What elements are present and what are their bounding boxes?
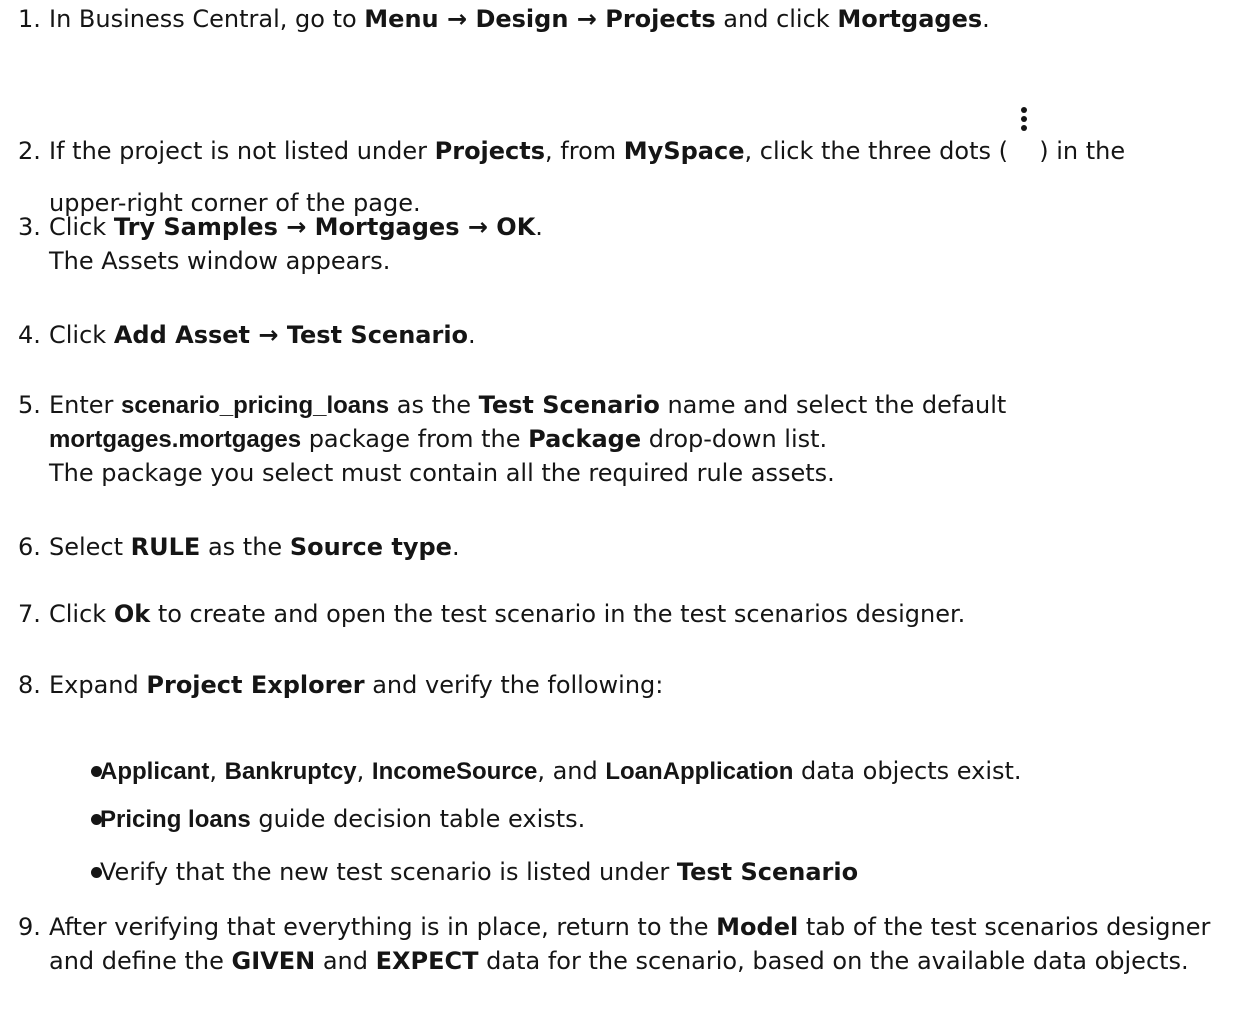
step-text-line: After verifying that everything is in pl… (49, 911, 1210, 943)
bullet-text-line: Pricing loans guide decision table exist… (100, 803, 585, 836)
emphasis-text: GIVEN (231, 947, 316, 975)
emphasis-text: Add Asset → Test Scenario (113, 321, 469, 349)
text-run: and (315, 947, 376, 975)
text-run: tab of the test scenarios designer (798, 913, 1211, 941)
emphasis-text: Mortgages (837, 5, 983, 33)
emphasis-text: Bankruptcy (224, 758, 357, 785)
emphasis-text: Menu → Design → Projects (364, 5, 716, 33)
emphasis-text: MySpace (623, 137, 745, 165)
text-run: Click (49, 213, 114, 241)
text-run: Verify that the new test scenario is lis… (100, 858, 677, 886)
emphasis-text: Test Scenario (478, 391, 660, 419)
text-run: , from (545, 137, 624, 165)
step-number: 1. (18, 5, 41, 33)
emphasis-text: Project Explorer (146, 671, 365, 699)
emphasis-text: Test Scenario (676, 858, 859, 886)
emphasis-text: RULE (130, 533, 201, 561)
text-run: , (209, 757, 225, 785)
emphasis-text: Package (528, 425, 642, 453)
text-run: Click (49, 600, 114, 628)
text-run: Click (49, 321, 114, 349)
step-number: 5. (18, 391, 41, 419)
emphasis-text: Try Samples → Mortgages → OK (113, 213, 536, 241)
step-text-line: In Business Central, go to Menu → Design… (49, 3, 990, 35)
text-run: data objects exist. (793, 757, 1022, 785)
step-text-line: Click Ok to create and open the test sce… (49, 598, 965, 630)
text-run: After verifying that everything is in pl… (49, 913, 717, 941)
step-number: 8. (18, 671, 41, 699)
text-run: and click (715, 5, 838, 33)
step-text-line: mortgages.mortgages package from the Pac… (49, 423, 827, 456)
emphasis-text: Model (716, 913, 799, 941)
text-run: The package you select must contain all … (49, 459, 835, 487)
text-run: ) in the (1031, 137, 1126, 165)
emphasis-text: Projects (434, 137, 546, 165)
text-run: . (451, 533, 460, 561)
step-text-line: Expand Project Explorer and verify the f… (49, 669, 663, 701)
step-number: 7. (18, 600, 41, 628)
text-run: In Business Central, go to (49, 5, 365, 33)
step-number: 4. (18, 321, 41, 349)
emphasis-text: EXPECT (375, 947, 479, 975)
text-run: package from the (301, 425, 529, 453)
text-run: . (535, 213, 543, 241)
text-run: , (356, 757, 372, 785)
text-run: data for the scenario, based on the avai… (478, 947, 1189, 975)
emphasis-text: Pricing loans (100, 806, 251, 833)
text-run: drop-down list. (641, 425, 828, 453)
text-run: name and select the default (659, 391, 1007, 419)
step-text-line: Click Add Asset → Test Scenario. (49, 319, 476, 351)
text-run: and verify the following: (364, 671, 664, 699)
emphasis-text: mortgages.mortgages (49, 426, 302, 453)
text-run: guide decision table exists. (250, 805, 586, 833)
text-run: Select (49, 533, 131, 561)
step-text-line: Select RULE as the Source type. (49, 531, 460, 563)
text-run: and define the (49, 947, 232, 975)
text-run: as the (200, 533, 290, 561)
step-number: 6. (18, 533, 41, 561)
emphasis-text: Source type (289, 533, 452, 561)
step-text-line: and define the GIVEN and EXPECT data for… (49, 945, 1189, 977)
emphasis-text: Applicant (100, 758, 210, 785)
text-run: If the project is not listed under (49, 137, 435, 165)
emphasis-text: LoanApplication (605, 758, 794, 785)
bullet-text-line: Applicant, Bankruptcy, IncomeSource, and… (100, 755, 1022, 788)
text-run: The Assets window appears. (49, 247, 391, 275)
step-number: 3. (18, 213, 41, 241)
text-run: . (468, 321, 476, 349)
step-number: 9. (18, 913, 41, 941)
emphasis-text: scenario_pricing_loans (121, 392, 390, 419)
text-run: Expand (49, 671, 147, 699)
text-run: , click the three dots ( (744, 137, 1016, 165)
text-run: as the (389, 391, 479, 419)
text-run: to create and open the test scenario in … (150, 600, 966, 628)
text-run: Enter (49, 391, 122, 419)
text-run: , and (537, 757, 606, 785)
emphasis-text: IncomeSource (371, 758, 538, 785)
text-run: . (982, 5, 990, 33)
kebab-menu-icon (1016, 107, 1032, 131)
step-text-line: Enter scenario_pricing_loans as the Test… (49, 389, 1006, 422)
step-text-line: If the project is not listed under Proje… (49, 107, 1126, 167)
step-text-line: The package you select must contain all … (49, 457, 835, 489)
step-number: 2. (18, 137, 41, 165)
emphasis-text: Ok (113, 600, 151, 628)
step-text-line: The Assets window appears. (49, 245, 390, 277)
step-text-line: Click Try Samples → Mortgages → OK. (49, 211, 543, 243)
bullet-text-line: Verify that the new test scenario is lis… (100, 856, 858, 888)
